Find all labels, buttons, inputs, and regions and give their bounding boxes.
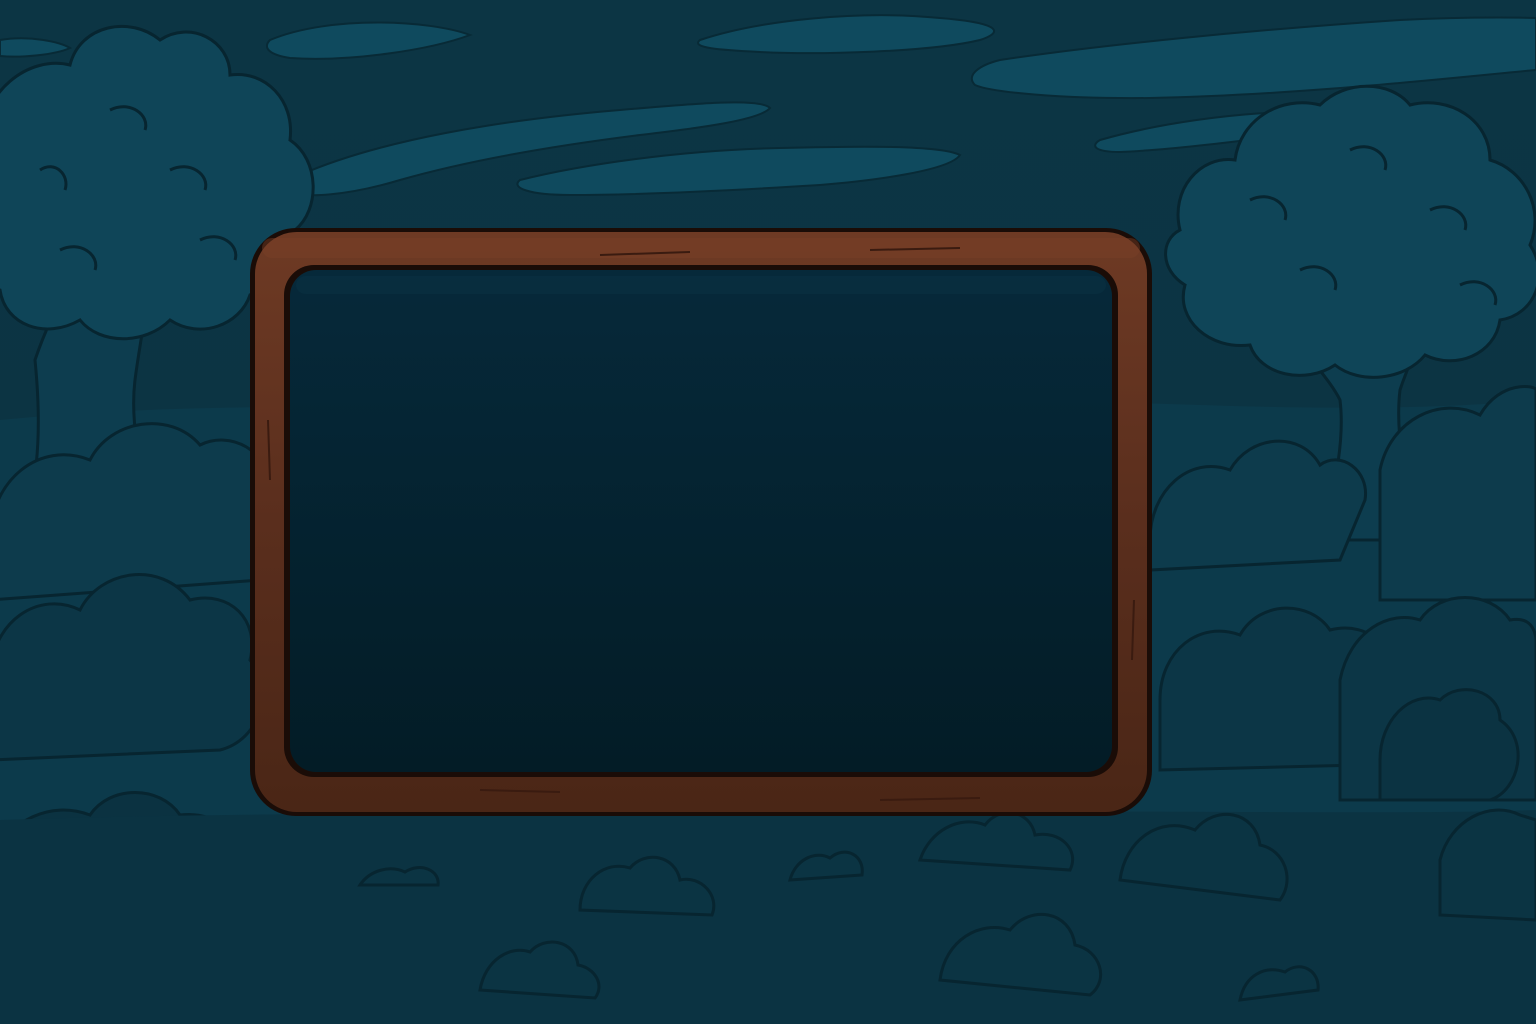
game-scene	[0, 0, 1536, 1024]
panel-content-area	[292, 273, 1110, 769]
